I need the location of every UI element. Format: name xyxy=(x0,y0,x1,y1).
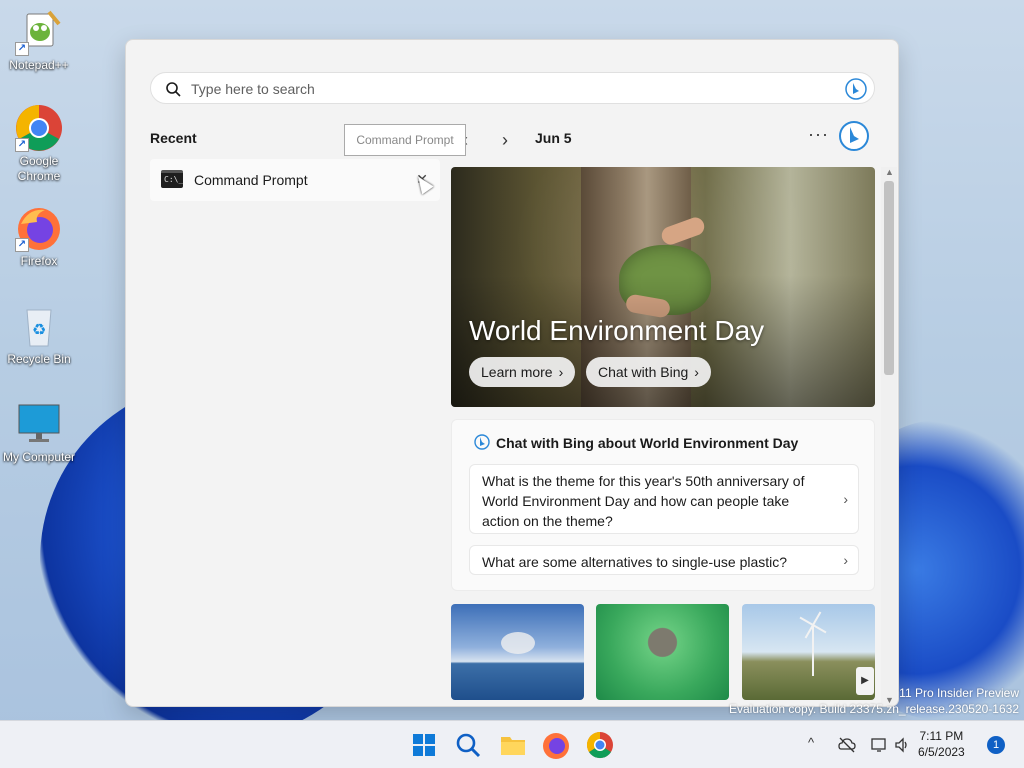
desktop-icon-label: Firefox xyxy=(20,254,58,268)
desktop-icon-my-computer[interactable]: My Computer xyxy=(0,400,78,465)
show-hidden-icons-button[interactable]: ^ xyxy=(808,735,814,750)
desktop-icon-recycle-bin[interactable]: ♻ Recycle Bin xyxy=(0,302,78,367)
desktop-icon-firefox[interactable]: ↗ Firefox xyxy=(0,204,78,269)
chevron-right-icon: › xyxy=(843,552,848,568)
recent-item-command-prompt[interactable]: C:\_ Command Prompt ✕ xyxy=(150,159,440,201)
chat-with-bing-button[interactable]: Chat with Bing › xyxy=(586,357,711,387)
firefox-icon xyxy=(543,733,569,759)
taskbar-chrome-button[interactable] xyxy=(584,729,616,761)
bing-chat-card: Chat with Bing about World Environment D… xyxy=(451,419,875,591)
taskbar: ^ 7:11 PM 6/5/2023 1 xyxy=(0,720,1024,768)
more-options-button[interactable]: ··· xyxy=(808,124,829,145)
network-icon[interactable] xyxy=(871,737,889,753)
desktop-icon-label: Recycle Bin xyxy=(7,352,71,366)
bing-chat-icon[interactable] xyxy=(844,77,868,101)
scrollbar-thumb[interactable] xyxy=(884,181,894,375)
clock-time: 7:11 PM xyxy=(919,729,964,743)
taskbar-search-button[interactable] xyxy=(452,729,484,761)
search-input[interactable] xyxy=(191,79,791,99)
recent-item-label: Command Prompt xyxy=(194,172,308,188)
bing-icon[interactable] xyxy=(838,120,870,152)
thumbnail-power-plant[interactable] xyxy=(451,604,584,700)
question-text: What are some alternatives to single-use… xyxy=(482,554,788,570)
bing-chat-icon xyxy=(474,434,490,450)
recent-heading: Recent xyxy=(150,130,197,146)
chrome-icon xyxy=(586,731,613,759)
shortcut-arrow-icon: ↗ xyxy=(15,138,29,152)
chat-card-title: Chat with Bing about World Environment D… xyxy=(496,435,799,451)
chevron-right-icon: › xyxy=(694,364,699,380)
volume-icon[interactable] xyxy=(894,737,912,753)
watermark-edition: 11 Pro Insider Preview xyxy=(899,686,1019,700)
tooltip: Command Prompt xyxy=(344,124,466,156)
taskbar-firefox-button[interactable] xyxy=(540,729,572,761)
chevron-right-icon: › xyxy=(558,364,564,380)
desktop-icon-label: My Computer xyxy=(2,450,76,464)
search-icon xyxy=(166,82,181,97)
command-prompt-icon: C:\_ xyxy=(161,170,183,188)
desktop-icon-label: Notepad++ xyxy=(9,58,69,72)
desktop-icon-notepadpp[interactable]: ↗ Notepad++ xyxy=(0,8,78,73)
recycle-bin-icon: ♻ xyxy=(15,302,63,350)
windows-logo-icon xyxy=(413,734,435,756)
thumbnail-seal[interactable] xyxy=(596,604,729,700)
clock-date: 6/5/2023 xyxy=(918,745,965,759)
notification-badge[interactable]: 1 xyxy=(987,736,1005,754)
question-text: What is the theme for this year's 50th a… xyxy=(482,473,805,529)
desktop-icon-label: Google Chrome xyxy=(17,154,61,183)
scroll-up-arrow-icon[interactable]: ▲ xyxy=(885,167,894,177)
clock[interactable]: 7:11 PM 6/5/2023 xyxy=(918,728,965,760)
watermark-build: Evaluation copy. Build 23375.zn_release.… xyxy=(729,702,1019,716)
file-explorer-button[interactable] xyxy=(497,729,529,761)
highlight-date: Jun 5 xyxy=(535,130,572,146)
firefox-icon: ↗ xyxy=(15,204,63,252)
hero-card[interactable]: World Environment Day Learn more › Chat w… xyxy=(451,167,875,407)
chat-question[interactable]: What is the theme for this year's 50th a… xyxy=(469,464,859,534)
carousel-next-button[interactable]: ▶ xyxy=(856,667,874,695)
button-label: Learn more xyxy=(481,364,553,380)
monitor-icon xyxy=(15,400,63,448)
button-label: Chat with Bing xyxy=(598,364,689,380)
chevron-right-icon: › xyxy=(843,491,848,507)
next-day-button[interactable]: › xyxy=(502,130,508,151)
hero-title: World Environment Day xyxy=(469,315,765,346)
desktop-icon-chrome[interactable]: ↗ Google Chrome xyxy=(0,104,78,184)
shortcut-arrow-icon: ↗ xyxy=(15,42,29,56)
start-button[interactable] xyxy=(408,729,440,761)
scrollbar[interactable]: ▲ ▼ xyxy=(881,167,897,706)
onedrive-offline-icon[interactable] xyxy=(838,737,856,753)
learn-more-button[interactable]: Learn more › xyxy=(469,357,576,387)
notepadpp-icon: ↗ xyxy=(15,8,63,56)
chrome-icon: ↗ xyxy=(15,104,63,152)
svg-text:♻: ♻ xyxy=(32,322,46,339)
shortcut-arrow-icon: ↗ xyxy=(15,238,29,252)
search-flyout: Recent C:\_ Command Prompt ✕ ‹ Command P… xyxy=(125,39,899,707)
chat-question[interactable]: What are some alternatives to single-use… xyxy=(469,545,859,575)
search-icon xyxy=(456,733,481,758)
search-box[interactable] xyxy=(150,72,875,104)
folder-icon xyxy=(501,737,525,755)
